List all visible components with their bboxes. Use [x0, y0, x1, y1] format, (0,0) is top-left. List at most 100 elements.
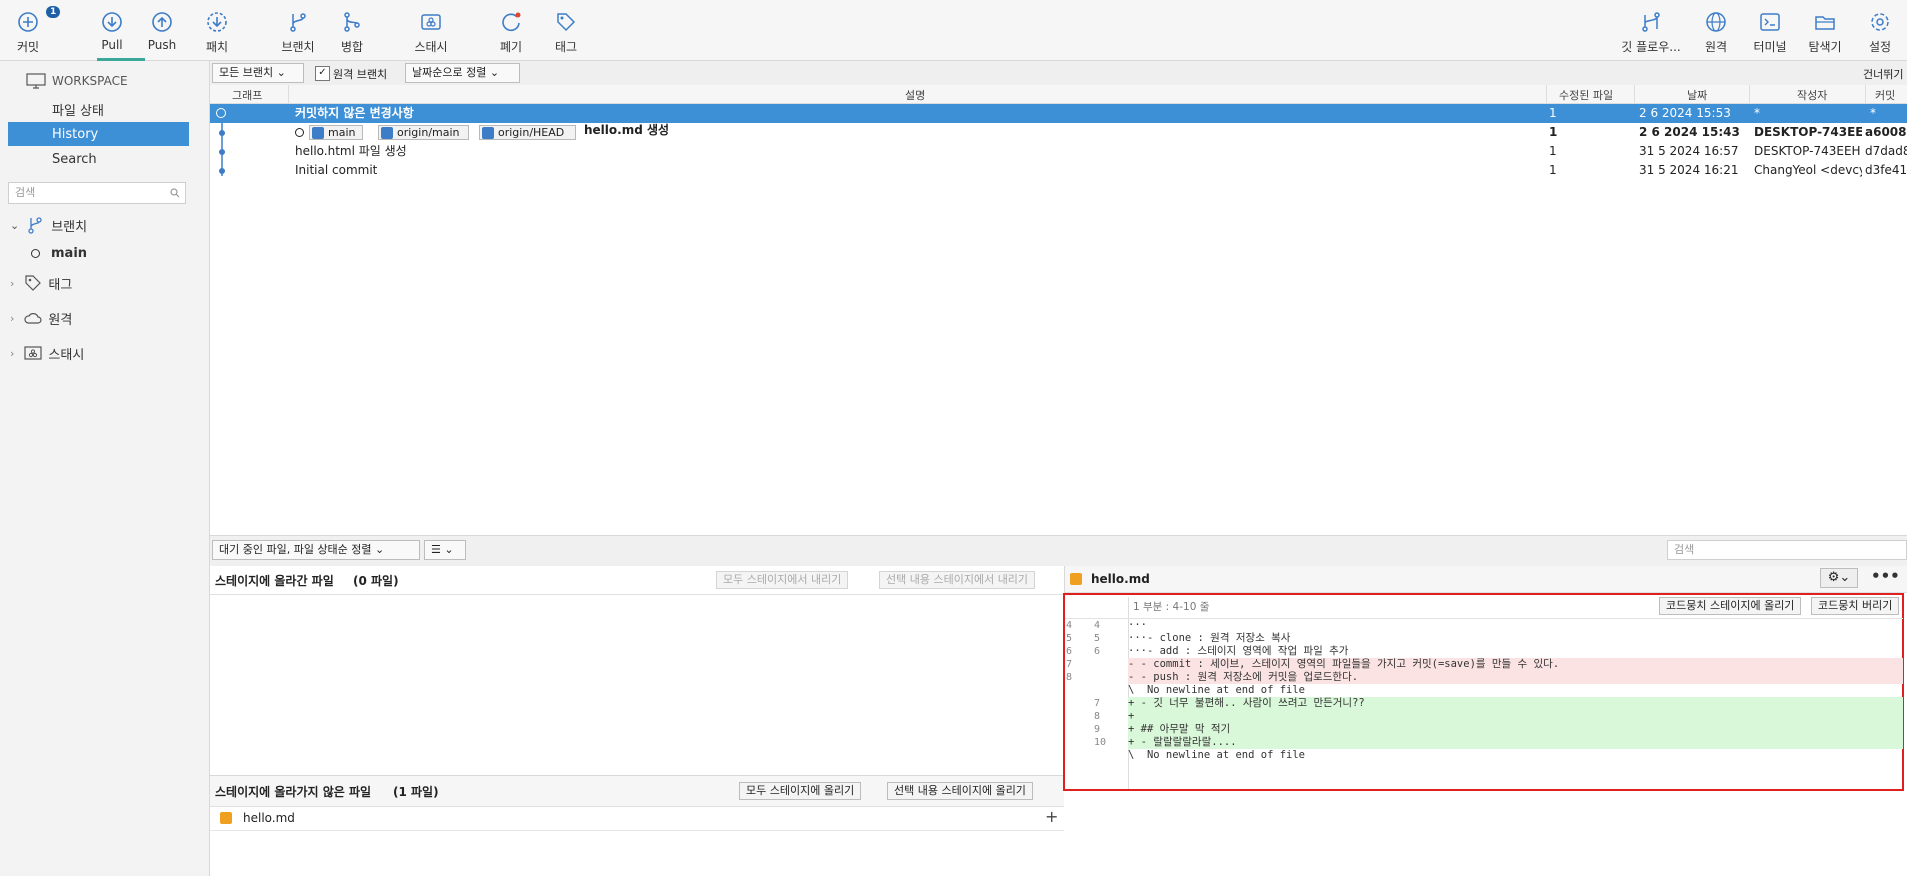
- diff-line[interactable]: \ No newline at end of file: [1128, 749, 1903, 762]
- remote-branches-checkbox[interactable]: ✓: [315, 66, 330, 81]
- pending-sort-dropdown[interactable]: 대기 중인 파일, 파일 상태순 정렬 ⌄: [212, 540, 420, 560]
- diff-line[interactable]: +: [1128, 710, 1903, 723]
- diff-line[interactable]: - - commit : 세이브, 스테이지 영역의 파일들을 가지고 커밋(=…: [1128, 658, 1903, 671]
- unstaged-title: 스테이지에 올라가지 않은 파일: [215, 785, 372, 799]
- stage-file-plus-icon[interactable]: +: [1045, 807, 1058, 826]
- diff-line[interactable]: + - 랄랄랄랄라랄....: [1128, 736, 1903, 749]
- new-line-number: 5: [1094, 633, 1101, 644]
- chevron-down-icon: ⌄: [489, 66, 500, 79]
- diff-options-gear-icon[interactable]: ⚙⌄: [1820, 568, 1858, 588]
- gear-icon: [1871, 13, 1889, 31]
- discard-button[interactable]: 폐기: [493, 0, 529, 60]
- column-author[interactable]: 작성자: [1797, 87, 1827, 103]
- pull-button[interactable]: Pull: [94, 0, 130, 60]
- old-line-number: 6: [1066, 646, 1073, 657]
- stage-selected-button[interactable]: 선택 내용 스테이지에 올리기: [887, 782, 1033, 800]
- new-line-number: 6: [1094, 646, 1101, 657]
- sidebar-remotes[interactable]: › 원격: [0, 306, 209, 330]
- new-line-number: 4: [1094, 620, 1101, 631]
- branch-tag-origin-head[interactable]: origin/HEAD: [479, 125, 576, 140]
- diff-line[interactable]: ···: [1128, 619, 1903, 632]
- file-search-input[interactable]: 검색: [1667, 540, 1907, 560]
- stage-all-button[interactable]: 모두 스테이지에 올리기: [739, 782, 862, 800]
- current-branch-icon: [31, 248, 40, 258]
- branch-filter-dropdown[interactable]: 모든 브랜치 ⌄: [212, 63, 304, 83]
- branch-item-main[interactable]: main: [0, 241, 209, 265]
- column-files[interactable]: 수정된 파일: [1559, 87, 1613, 103]
- branch-tag-main[interactable]: main: [309, 125, 363, 140]
- modified-file-icon: [220, 812, 232, 824]
- remotes-label: 원격: [48, 312, 73, 328]
- branch-tag-label: origin/main: [397, 125, 460, 139]
- commit-label: 커밋: [16, 40, 40, 54]
- stash-label: 스태시: [48, 347, 85, 363]
- tag-button[interactable]: 태그: [548, 0, 584, 60]
- sidebar-item-history[interactable]: History: [8, 122, 189, 146]
- fetch-label: 패치: [205, 40, 229, 54]
- unstaged-header: 스테이지에 올라가지 않은 파일 (1 파일) 모두 스테이지에 올리기 선택 …: [210, 775, 1064, 807]
- tags-label: 태그: [48, 277, 73, 293]
- sidebar-item-search[interactable]: Search: [0, 147, 209, 171]
- sidebar-stashes[interactable]: › 스태시: [0, 341, 209, 365]
- row-author: DESKTOP-743EEH: [1754, 125, 1862, 139]
- sidebar-item-file-status[interactable]: 파일 상태: [0, 97, 209, 121]
- diff-line[interactable]: + ## 아무말 막 적기: [1128, 723, 1903, 736]
- diff-line[interactable]: ···- clone : 원격 저장소 복사: [1128, 632, 1903, 645]
- search-icon: [170, 188, 180, 198]
- unstage-all-button[interactable]: 모두 스테이지에서 내리기: [716, 571, 849, 589]
- row-author: DESKTOP-743EEH: [1754, 144, 1861, 158]
- more-options-icon[interactable]: •••: [1871, 567, 1900, 585]
- sidebar-branches[interactable]: ⌄ 브랜치: [0, 213, 209, 237]
- sidebar-item-label: History: [52, 126, 99, 142]
- git-flow-button[interactable]: 깃 플로우...: [1618, 0, 1684, 60]
- sort-label: 날짜순으로 정렬: [412, 66, 487, 79]
- explorer-button[interactable]: 탐색기: [1805, 0, 1845, 60]
- view-mode-dropdown[interactable]: ☰ ⌄: [424, 540, 466, 560]
- column-date[interactable]: 날짜: [1687, 87, 1707, 103]
- history-row[interactable]: 커밋하지 않은 변경사항 1 2 6 2024 15:53 * *: [210, 104, 1907, 123]
- column-description[interactable]: 설명: [905, 87, 925, 103]
- sidebar-search-input[interactable]: 검색: [8, 182, 186, 204]
- new-line-number: 8: [1094, 711, 1101, 722]
- branch-tag-origin-main[interactable]: origin/main: [378, 125, 469, 140]
- discard-hunk-button[interactable]: 코드뭉치 버리기: [1811, 597, 1900, 615]
- column-graph[interactable]: 그래프: [232, 87, 262, 103]
- stash-button[interactable]: 스태시: [411, 0, 451, 60]
- fetch-button[interactable]: 패치: [199, 0, 235, 60]
- column-commit[interactable]: 커밋: [1875, 87, 1895, 103]
- commit-button[interactable]: 1 커밋: [10, 0, 61, 60]
- discard-icon: [502, 12, 521, 32]
- branch-label: 브랜치: [281, 40, 315, 54]
- unstage-selected-button[interactable]: 선택 내용 스테이지에서 내리기: [879, 571, 1036, 589]
- diff-line[interactable]: + - 깃 너무 불편해.. 사람이 쓰려고 만든거니??: [1128, 697, 1903, 710]
- stage-hunk-button[interactable]: 코드뭉치 스테이지에 올리기: [1659, 597, 1802, 615]
- diff-line[interactable]: \ No newline at end of file: [1128, 684, 1903, 697]
- branch-button[interactable]: 브랜치: [278, 0, 318, 60]
- diff-line[interactable]: - - push : 원격 저장소에 커밋을 업로드한다.: [1128, 671, 1903, 684]
- history-row[interactable]: main origin/main origin/HEAD hello.md 생성…: [210, 123, 1907, 142]
- column-divider: [1865, 85, 1866, 103]
- unstaged-file-row[interactable]: hello.md +: [210, 806, 1064, 831]
- head-marker-icon: [295, 128, 304, 137]
- sort-dropdown[interactable]: 날짜순으로 정렬 ⌄: [405, 63, 520, 83]
- sidebar-tags[interactable]: › 태그: [0, 271, 209, 295]
- diff-line[interactable]: ···- add : 스테이지 영역에 작업 파일 추가: [1128, 645, 1903, 658]
- uncommitted-node-icon: [216, 108, 226, 118]
- remote-button[interactable]: 원격: [1698, 0, 1734, 60]
- history-row[interactable]: hello.html 파일 생성 1 31 5 2024 16:57 DESKT…: [210, 142, 1907, 161]
- settings-label: 설정: [1868, 40, 1892, 54]
- row-files: 1: [1549, 144, 1557, 158]
- history-row[interactable]: Initial commit 1 31 5 2024 16:21 ChangYe…: [210, 161, 1907, 180]
- push-button[interactable]: Push: [144, 0, 180, 60]
- old-line-number: 8: [1066, 672, 1073, 683]
- stash-label: 스태시: [414, 40, 448, 54]
- row-date: 2 6 2024 15:43: [1639, 125, 1740, 139]
- history-filter-bar: 모든 브랜치 ⌄ ✓ 원격 브랜치 날짜순으로 정렬 ⌄ 건너뛰기: [210, 61, 1907, 86]
- row-files: 1: [1549, 106, 1557, 120]
- settings-button[interactable]: 설정: [1862, 0, 1898, 60]
- skip-label[interactable]: 건너뛰기: [1863, 66, 1903, 82]
- column-divider: [1546, 85, 1547, 103]
- commit-icon: [18, 12, 38, 32]
- merge-button[interactable]: 병합: [334, 0, 370, 60]
- terminal-button[interactable]: 터미널: [1750, 0, 1790, 60]
